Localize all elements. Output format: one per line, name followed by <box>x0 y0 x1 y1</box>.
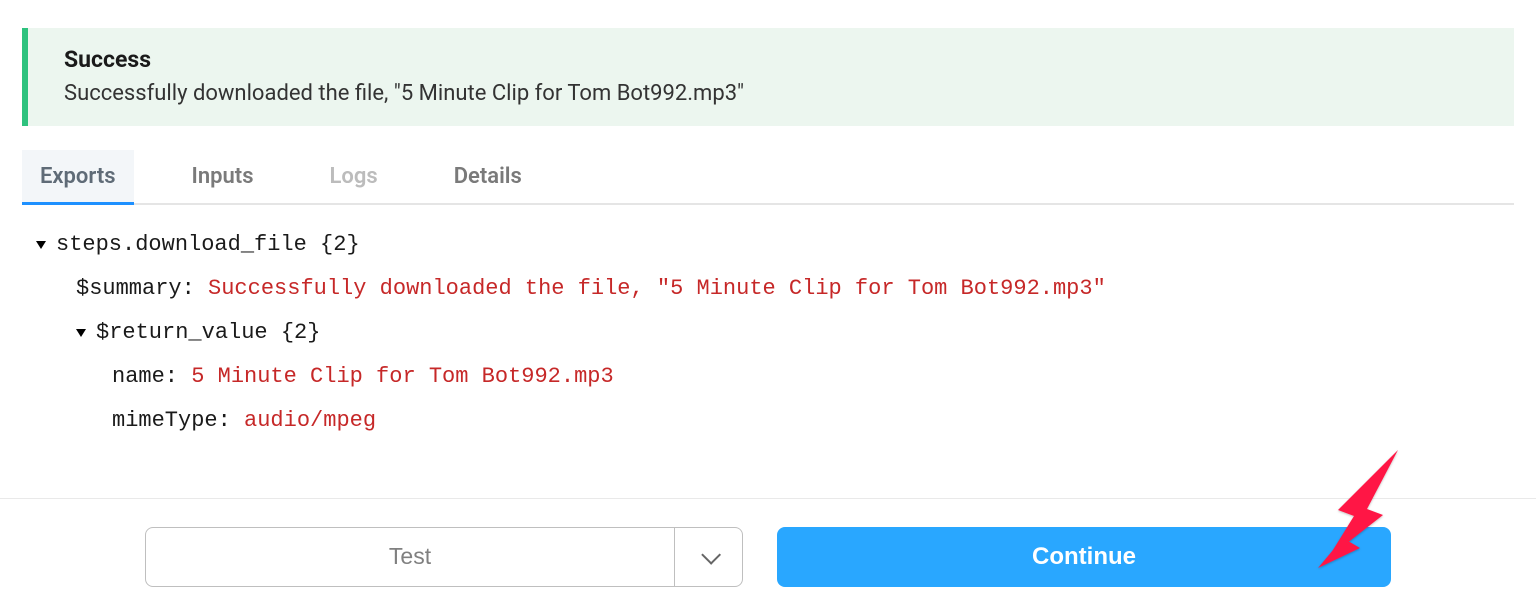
footer-bar: Test Continue <box>0 498 1536 614</box>
caret-down-icon <box>76 329 86 337</box>
tree-value: Successfully downloaded the file, "5 Min… <box>208 267 1106 311</box>
tree-node-return-value[interactable]: $return_value {2} <box>36 311 1514 355</box>
continue-button[interactable]: Continue <box>777 527 1391 587</box>
tree-value: audio/mpeg <box>244 399 376 443</box>
tabs: Exports Inputs Logs Details <box>22 150 1514 205</box>
success-title: Success <box>64 46 1490 73</box>
test-button-group: Test <box>145 527 743 587</box>
tree-node-root[interactable]: steps.download_file {2} <box>36 223 1514 267</box>
tree-key: mimeType: <box>112 399 231 443</box>
caret-down-icon <box>36 241 46 249</box>
test-button[interactable]: Test <box>145 527 675 587</box>
tree-node-mimetype[interactable]: mimeType: audio/mpeg <box>36 399 1514 443</box>
success-message: Successfully downloaded the file, "5 Min… <box>64 81 1490 106</box>
tree-node-name[interactable]: name: 5 Minute Clip for Tom Bot992.mp3 <box>36 355 1514 399</box>
tree-key: $summary: <box>76 267 195 311</box>
tree-key: $return_value <box>96 311 268 355</box>
test-dropdown-button[interactable] <box>675 527 743 587</box>
tree-node-summary[interactable]: $summary: Successfully downloaded the fi… <box>36 267 1514 311</box>
chevron-down-icon <box>701 544 721 564</box>
success-banner: Success Successfully downloaded the file… <box>22 28 1514 126</box>
tree-count: {2} <box>320 223 360 267</box>
exports-tree: steps.download_file {2} $summary: Succes… <box>36 223 1514 443</box>
tab-logs[interactable]: Logs <box>312 150 396 203</box>
tab-exports[interactable]: Exports <box>22 150 134 203</box>
tree-key: steps.download_file <box>56 223 307 267</box>
tree-value: 5 Minute Clip for Tom Bot992.mp3 <box>191 355 613 399</box>
tree-count: {2} <box>281 311 321 355</box>
tree-key: name: <box>112 355 178 399</box>
tab-details[interactable]: Details <box>436 150 540 203</box>
tab-inputs[interactable]: Inputs <box>174 150 272 203</box>
